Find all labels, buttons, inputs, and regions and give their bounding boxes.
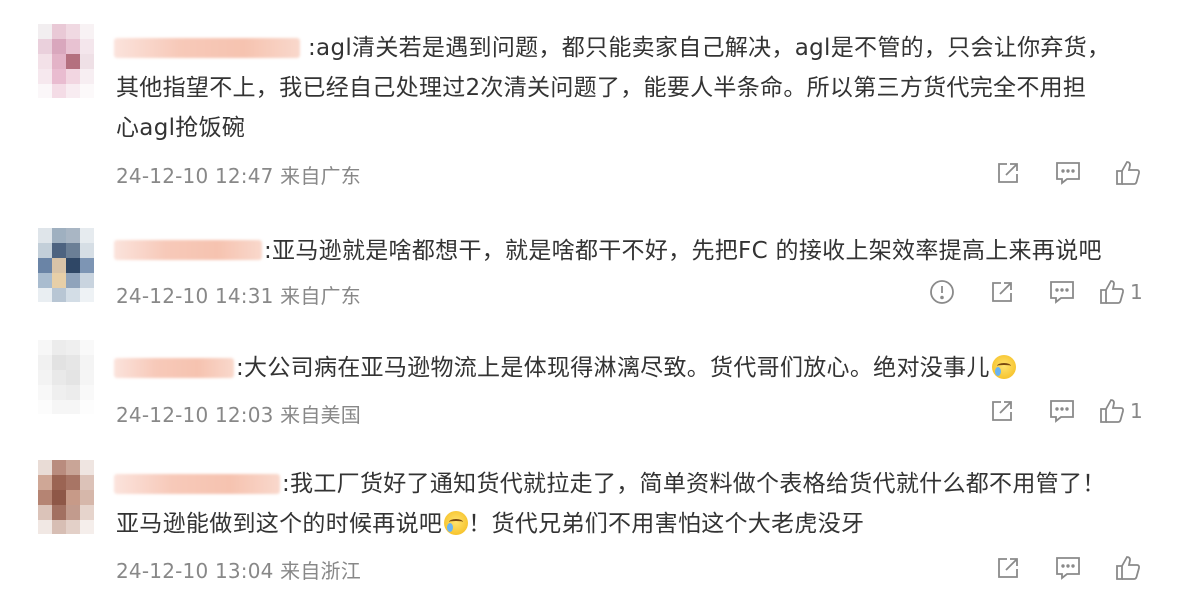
comment-text-line: :我工厂货好了通知货代就拉走了，简单资料做个表格给货代就什么都不用管了！ bbox=[282, 471, 1106, 497]
comment-list: :agl清关若是遇到问题，都只能卖家自己解决，agl是不管的，只会让你弃货， 其… bbox=[0, 0, 1200, 605]
comment-text-line: 心agl抢饭碗 bbox=[116, 115, 246, 141]
comment-location: 来自美国 bbox=[280, 403, 361, 427]
comment-text-line: :亚马逊就是啥都想干，就是啥都干不好，先把FC 的接收上架效率提高上来再说吧 bbox=[264, 238, 1102, 264]
comment-text-line: 其他指望不上，我已经自己处理过2次清关问题了，能要人半条命。所以第三方货代完全不… bbox=[116, 75, 1087, 101]
crying-laughing-emoji-icon bbox=[444, 511, 469, 535]
comment-actions: 1 bbox=[912, 277, 1158, 307]
avatar[interactable] bbox=[38, 340, 94, 414]
comment-time: 24-12-10 13:04 bbox=[116, 559, 274, 583]
comment-text: :我工厂货好了通知货代就拉走了，简单资料做个表格给货代就什么都不用管了！ 亚马逊… bbox=[116, 464, 1166, 544]
reply-icon[interactable] bbox=[1032, 396, 1092, 426]
comment-text-body: :大公司病在亚马逊物流上是体现得淋漓尽致。货代哥们放心。绝对没事儿 bbox=[236, 355, 990, 381]
comment-actions: 1 bbox=[972, 396, 1158, 426]
forward-icon[interactable] bbox=[978, 158, 1038, 188]
comment-text-body: 亚马逊能做到这个的时候再说吧 bbox=[116, 511, 443, 537]
report-icon[interactable] bbox=[912, 277, 972, 307]
comment-location: 来自浙江 bbox=[280, 559, 361, 583]
like-icon[interactable] bbox=[1098, 158, 1158, 188]
comment-text: :亚马逊就是啥都想干，就是啥都干不好，先把FC 的接收上架效率提高上来再说吧 bbox=[116, 231, 1166, 271]
comment-meta: 24-12-10 12:03 来自美国 bbox=[116, 399, 361, 428]
comment-location: 来自广东 bbox=[280, 164, 361, 188]
avatar[interactable] bbox=[38, 460, 94, 534]
comment-text-line: 亚马逊能做到这个的时候再说吧 ！货代兄弟们不用害怕这个大老虎没牙 bbox=[116, 504, 1166, 544]
comment-actions bbox=[978, 553, 1158, 583]
reply-icon[interactable] bbox=[1038, 553, 1098, 583]
comment-meta: 24-12-10 14:31 来自广东 bbox=[116, 280, 361, 309]
reply-icon[interactable] bbox=[1038, 158, 1098, 188]
comment-meta: 24-12-10 12:47 来自广东 bbox=[116, 160, 361, 189]
crying-laughing-emoji-icon bbox=[991, 355, 1016, 379]
forward-icon[interactable] bbox=[972, 396, 1032, 426]
like-count: 1 bbox=[1130, 280, 1143, 304]
avatar[interactable] bbox=[38, 24, 94, 98]
comment-text-line: :大公司病在亚马逊物流上是体现得淋漓尽致。货代哥们放心。绝对没事儿 bbox=[116, 348, 1166, 388]
comment-meta: 24-12-10 13:04 来自浙江 bbox=[116, 555, 361, 584]
comment-text-line: :agl清关若是遇到问题，都只能卖家自己解决，agl是不管的，只会让你弃货， bbox=[308, 35, 1111, 61]
avatar[interactable] bbox=[38, 228, 94, 302]
like-count: 1 bbox=[1130, 399, 1143, 423]
comment-text: :agl清关若是遇到问题，都只能卖家自己解决，agl是不管的，只会让你弃货， 其… bbox=[116, 28, 1166, 148]
comment-actions bbox=[978, 158, 1158, 188]
reply-icon[interactable] bbox=[1032, 277, 1092, 307]
comment-text-body: ！货代兄弟们不用害怕这个大老虎没牙 bbox=[468, 511, 865, 537]
like-button[interactable]: 1 bbox=[1092, 277, 1158, 307]
like-icon bbox=[1100, 280, 1125, 304]
like-icon bbox=[1100, 399, 1125, 423]
comment-time: 24-12-10 12:47 bbox=[116, 164, 274, 188]
comment-text: :大公司病在亚马逊物流上是体现得淋漓尽致。货代哥们放心。绝对没事儿 bbox=[116, 348, 1166, 388]
like-button[interactable]: 1 bbox=[1092, 396, 1158, 426]
comment-location: 来自广东 bbox=[280, 284, 361, 308]
forward-icon[interactable] bbox=[978, 553, 1038, 583]
comment-time: 24-12-10 12:03 bbox=[116, 403, 274, 427]
forward-icon[interactable] bbox=[972, 277, 1032, 307]
comment-time: 24-12-10 14:31 bbox=[116, 284, 274, 308]
like-icon[interactable] bbox=[1098, 553, 1158, 583]
